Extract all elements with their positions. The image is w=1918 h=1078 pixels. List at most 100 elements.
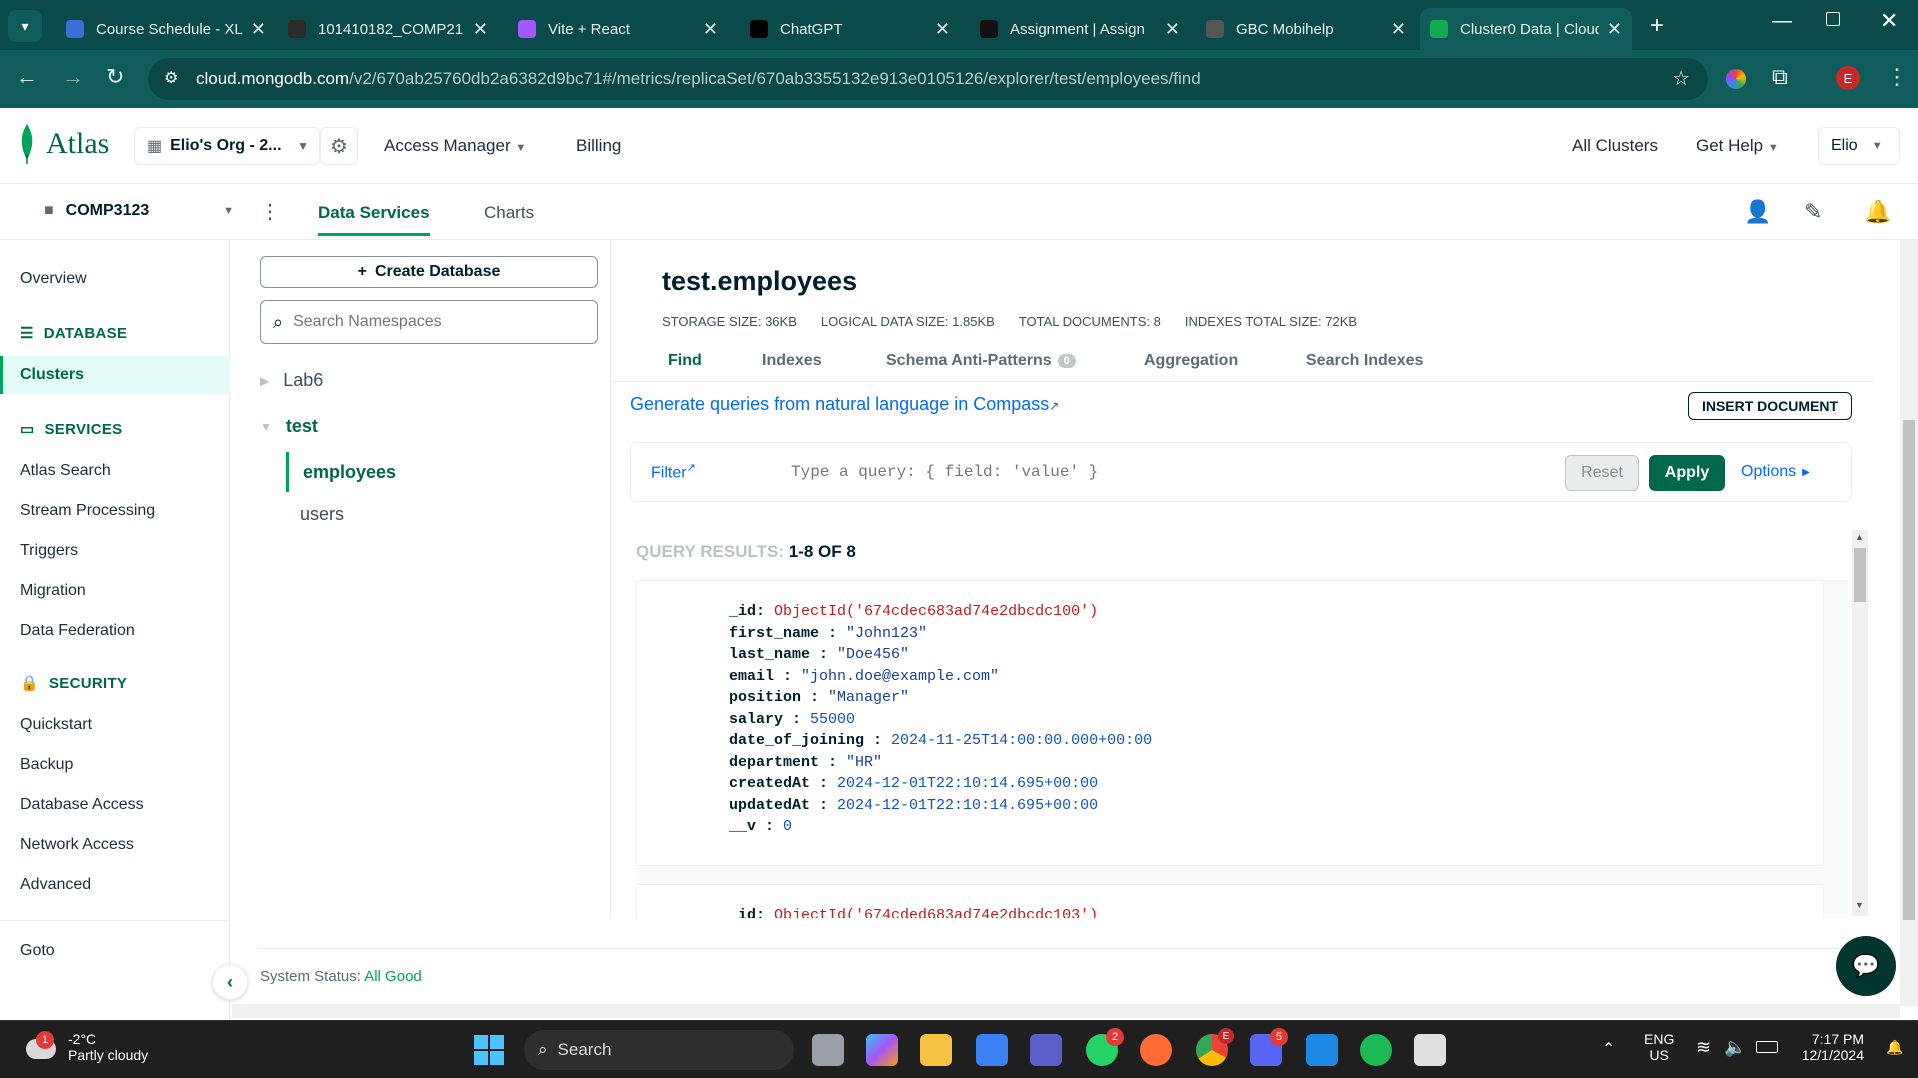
tab-close-icon[interactable]: ✕	[473, 19, 488, 40]
vscode-icon[interactable]	[1306, 1034, 1338, 1066]
profile-avatar[interactable]: E	[1836, 66, 1860, 90]
sidebar-item-quickstart[interactable]: Quickstart	[20, 716, 92, 734]
org-selector[interactable]: ▦ Elio's Org - 2... ▼	[134, 127, 320, 165]
minimize-button[interactable]: —	[1772, 10, 1792, 33]
filter-label[interactable]: Filter↗	[651, 461, 696, 482]
sidebar-item-goto[interactable]: Goto	[20, 942, 55, 960]
sidebar-item-atlas-search[interactable]: Atlas Search	[20, 462, 111, 480]
extensions-puzzle-icon[interactable]: ⧉	[1772, 64, 1788, 90]
reload-icon[interactable]: ↻	[106, 64, 124, 90]
sidebar-item-database-access[interactable]: Database Access	[20, 796, 144, 814]
tab-data-services[interactable]: Data Services	[318, 203, 430, 236]
project-selector[interactable]: ■ COMP3123 ▼	[44, 202, 234, 220]
browser-tab[interactable]: GBC Mobihelp ✕	[1196, 8, 1416, 50]
tab-aggregation[interactable]: Aggregation	[1144, 352, 1238, 370]
browser-tab[interactable]: Vite + React ✕	[508, 8, 728, 50]
page-scrollbar[interactable]	[1900, 240, 1918, 1006]
sidebar-item-backup[interactable]: Backup	[20, 756, 73, 774]
browser-tab[interactable]: Assignment | Assign ✕	[970, 8, 1190, 50]
tab-close-icon[interactable]: ✕	[703, 19, 718, 40]
tab-indexes[interactable]: Indexes	[762, 352, 822, 370]
project-more-icon[interactable]: ⋮	[260, 199, 280, 224]
notepad-icon[interactable]	[976, 1034, 1008, 1066]
tab-schema-anti-patterns[interactable]: Schema Anti-Patterns 0	[886, 352, 1076, 370]
snipping-tool-icon[interactable]	[1414, 1034, 1446, 1066]
collection-item-employees[interactable]: employees	[286, 452, 606, 492]
url-input[interactable]: ⚙ cloud.mongodb.com/v2/670ab25760db2a638…	[148, 58, 1708, 100]
scroll-up-arrow[interactable]: ▲	[1855, 532, 1864, 542]
create-database-button[interactable]: + Create Database	[260, 256, 598, 288]
browser-menu-icon[interactable]: ⋮	[1886, 64, 1908, 90]
tab-list-dropdown[interactable]: ▾	[8, 10, 42, 42]
tab-close-icon[interactable]: ✕	[935, 19, 950, 40]
query-input[interactable]	[791, 457, 1391, 487]
namespace-search[interactable]: ⌕	[260, 300, 598, 344]
close-window-button[interactable]: ✕	[1880, 8, 1898, 34]
document-card[interactable]: _id: ObjectId('674cded683ad74e2dbcdc103'…	[636, 884, 1824, 918]
discord-icon[interactable]: 5	[1250, 1028, 1288, 1066]
wifi-icon[interactable]: ≋	[1696, 1037, 1711, 1058]
system-status-value[interactable]: All Good	[364, 968, 422, 985]
collection-item-users[interactable]: users	[300, 504, 344, 525]
copilot-icon[interactable]	[866, 1034, 898, 1066]
tab-close-icon[interactable]: ✕	[251, 19, 266, 40]
horizontal-scrollbar[interactable]	[232, 1004, 1900, 1018]
postman-icon[interactable]	[1140, 1034, 1172, 1066]
access-manager-menu[interactable]: Access Manager ▼	[384, 136, 526, 156]
database-item-test[interactable]: ▼ test	[260, 416, 318, 437]
volume-icon[interactable]: 🔈	[1724, 1037, 1746, 1058]
billing-link[interactable]: Billing	[576, 136, 621, 156]
document-card[interactable]: _id: ObjectId('674cdec683ad74e2dbcdc100'…	[636, 580, 1824, 866]
scroll-thumb[interactable]	[1854, 548, 1866, 602]
tab-close-icon[interactable]: ✕	[1165, 19, 1180, 40]
browser-tab[interactable]: Cluster0 Data | Cloud ✕	[1420, 8, 1632, 50]
new-tab-button[interactable]: +	[1650, 12, 1664, 40]
notification-bell-icon[interactable]: 🔔	[1886, 1039, 1903, 1056]
restore-button[interactable]	[1826, 12, 1840, 26]
sidebar-item-overview[interactable]: Overview	[20, 270, 87, 288]
scroll-down-arrow[interactable]: ▼	[1855, 900, 1864, 910]
database-item-lab6[interactable]: ▶ Lab6	[260, 370, 323, 391]
sidebar-item-triggers[interactable]: Triggers	[20, 542, 78, 560]
show-hidden-icons[interactable]: ⌃	[1602, 1039, 1615, 1059]
language-indicator[interactable]: ENG US	[1644, 1031, 1674, 1063]
sidebar-item-data-federation[interactable]: Data Federation	[20, 622, 135, 640]
all-clusters-link[interactable]: All Clusters	[1572, 136, 1658, 156]
compass-link[interactable]: Generate queries from natural language i…	[630, 394, 1059, 415]
file-explorer-icon[interactable]	[920, 1034, 952, 1066]
results-scrollbar[interactable]: ▲ ▼	[1852, 530, 1868, 916]
page-scroll-thumb[interactable]	[1903, 420, 1915, 920]
activity-icon[interactable]: ✎	[1804, 199, 1822, 225]
org-settings-button[interactable]: ⚙	[320, 127, 358, 165]
browser-tab[interactable]: 101410182_COMP21 ✕	[278, 8, 498, 50]
invite-user-icon[interactable]: 👤	[1744, 199, 1771, 225]
atlas-logo[interactable]: Atlas	[18, 124, 109, 164]
options-button[interactable]: Options ▶	[1741, 463, 1810, 481]
extension-colorful-icon[interactable]	[1726, 69, 1746, 89]
bell-icon[interactable]: 🔔	[1864, 199, 1891, 225]
back-icon[interactable]: ←	[16, 64, 38, 90]
tab-find[interactable]: Find	[668, 352, 702, 370]
task-view-icon[interactable]	[812, 1034, 844, 1066]
get-help-menu[interactable]: Get Help ▼	[1696, 136, 1779, 156]
tab-search-indexes[interactable]: Search Indexes	[1306, 352, 1423, 370]
bookmark-star-icon[interactable]: ☆	[1672, 66, 1690, 91]
sidebar-item-migration[interactable]: Migration	[20, 582, 86, 600]
tab-close-icon[interactable]: ✕	[1391, 19, 1406, 40]
battery-icon[interactable]	[1756, 1041, 1778, 1053]
insert-document-button[interactable]: INSERT DOCUMENT	[1688, 392, 1852, 420]
browser-tab[interactable]: Course Schedule - XL ✕	[56, 8, 276, 50]
sidebar-item-advanced[interactable]: Advanced	[20, 876, 91, 894]
apply-button[interactable]: Apply	[1649, 455, 1725, 491]
user-menu[interactable]: Elio ▼	[1818, 127, 1900, 165]
clock[interactable]: 7:17 PM 12/1/2024	[1798, 1031, 1864, 1063]
sidebar-item-clusters[interactable]: Clusters	[0, 356, 230, 394]
search-namespaces-input[interactable]	[293, 313, 574, 331]
forward-icon[interactable]: →	[62, 64, 84, 90]
weather-widget[interactable]: 1 -2°C Partly cloudy	[22, 1029, 148, 1065]
spotify-icon[interactable]	[1360, 1034, 1392, 1066]
chrome-icon[interactable]: E	[1196, 1028, 1234, 1066]
whatsapp-icon[interactable]: 2	[1086, 1028, 1124, 1066]
taskbar-search[interactable]: ⌕ Search	[524, 1030, 794, 1070]
browser-tab[interactable]: ChatGPT ✕	[740, 8, 960, 50]
